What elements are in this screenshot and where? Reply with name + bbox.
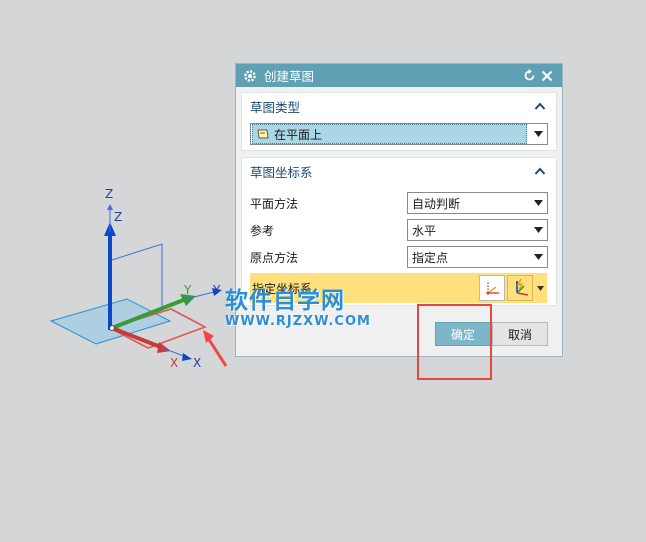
reset-icon[interactable] [520,67,538,85]
chevron-down-icon[interactable] [528,220,547,240]
origin-method-label: 原点方法 [250,250,299,265]
z-axis-thin-arrowhead [107,204,113,210]
sketch-type-selected-label: 在平面上 [274,127,323,142]
annotation-arrow [203,330,228,367]
reference-label: 参考 [250,223,275,238]
section-sketch-csys: 草图坐标系 平面方法 自动判断 参考 水平 原点方法 指定点 指定坐标系 [241,157,557,306]
watermark: 软件自学网 WWW.RJZXW.COM [225,288,375,330]
plane-method-select[interactable]: 自动判断 [407,192,548,214]
axis-label-z: Z [105,187,113,201]
x-axis-thin-arrowhead [182,353,192,361]
section-sketch-type-header[interactable]: 草图类型 [242,93,556,119]
sketch-type-selected: 在平面上 [252,124,527,144]
chevron-down-icon[interactable] [533,275,547,301]
section-sketch-type: 草图类型 在平面上 [241,92,557,151]
plane-method-value: 自动判断 [412,196,461,211]
gear-icon[interactable] [242,68,258,84]
plane-method-label: 平面方法 [250,196,299,211]
chevron-down-icon[interactable] [528,247,547,267]
origin-method-value: 指定点 [412,250,449,265]
axis-label-y: Y [183,283,192,297]
axis-label-z-thin: Z [114,210,122,224]
section-sketch-csys-title: 草图坐标系 [250,164,313,180]
origin-point [109,325,115,331]
ok-highlight-box [417,304,492,380]
dialog-titlebar: 创建草图 [236,64,562,87]
inferred-csys-icon[interactable] [507,275,533,301]
section-sketch-type-title: 草图类型 [250,99,301,115]
close-icon[interactable] [538,67,556,85]
watermark-url-text: WWW.RJZXW.COM [225,314,371,329]
sketch-type-select[interactable]: 在平面上 [250,123,548,145]
csys-dialog-icon[interactable] [479,275,505,301]
cancel-button[interactable]: 取消 [492,322,548,346]
axis-label-x: X [170,356,178,370]
collapse-chevron-up-icon[interactable] [532,163,548,179]
axis-label-y-thin: Y [212,283,221,297]
on-plane-icon [255,126,271,142]
collapse-chevron-up-icon[interactable] [532,98,548,114]
section-sketch-csys-header[interactable]: 草图坐标系 [242,158,556,184]
chevron-down-icon[interactable] [528,193,547,213]
dialog-title: 创建草图 [264,69,315,84]
chevron-down-icon[interactable] [528,124,547,144]
reference-value: 水平 [412,223,437,238]
axis-label-x-thin: X [193,356,201,370]
origin-method-select[interactable]: 指定点 [407,246,548,268]
watermark-main-text: 软件自学网 [225,288,345,314]
reference-select[interactable]: 水平 [407,219,548,241]
x-axis-arrowhead [157,342,171,353]
